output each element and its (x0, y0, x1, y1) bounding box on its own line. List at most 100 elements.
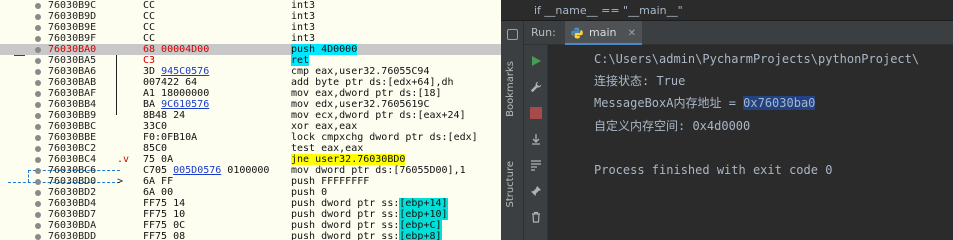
pin-icon[interactable] (530, 185, 542, 197)
breakpoint-dot-icon[interactable] (35, 14, 41, 20)
instruction-text: int3 (291, 33, 316, 44)
trash-icon[interactable] (530, 211, 542, 223)
rerun-icon[interactable] (530, 55, 542, 67)
breakpoint-dot-icon[interactable] (35, 157, 41, 163)
run-toolbar (524, 45, 548, 240)
breakpoint-dot-icon[interactable] (35, 212, 41, 218)
disassembly-view[interactable]: 76030B9C CC int3 76030B9D CC int3 76030B9E CC in… (0, 0, 501, 240)
breakpoint-dot-icon[interactable] (35, 69, 41, 75)
instruction-address: 76030BA6 (48, 66, 97, 77)
instruction-address: 76030BDD (48, 231, 97, 240)
bookmarks-tab[interactable]: Bookmarks (505, 61, 516, 117)
soft-wrap-icon[interactable] (530, 159, 542, 171)
breakpoint-dot-icon[interactable] (35, 80, 41, 86)
stop-icon[interactable] (530, 107, 542, 119)
wrench-icon[interactable] (530, 81, 542, 93)
breakpoint-dot-icon[interactable] (35, 146, 41, 152)
opcode-bytes: CC (143, 33, 156, 44)
breakpoint-dot-icon[interactable] (35, 91, 41, 97)
instruction-address: 76030BC4 (48, 154, 97, 165)
project-icon[interactable] (507, 29, 518, 40)
opcode-bytes: 68 00004D00 (143, 44, 210, 55)
breakpoint-dot-icon[interactable] (35, 168, 41, 174)
disasm-row[interactable]: 76030BD7 FF75 10 push dword ptr ss:[ebp+10… (0, 209, 501, 220)
breakpoint-dot-icon[interactable] (35, 36, 41, 42)
opcode-bytes: 33C0 (143, 121, 168, 132)
breakpoint-dot-icon[interactable] (35, 58, 41, 64)
disasm-row[interactable]: 76030BBE F0:0FB10A lock cmpxchg dword ptr … (0, 132, 501, 143)
structure-tab[interactable]: Structure (505, 161, 516, 208)
disasm-row[interactable]: 76030BC6 C705 005D0576 0100000 mov dword p… (0, 165, 501, 176)
instruction-address: 76030BD7 (48, 209, 97, 220)
breakpoint-dot-icon[interactable] (35, 25, 41, 31)
instruction-text: jne user32.76030BD0 (291, 154, 406, 165)
breakpoint-dot-icon[interactable] (35, 3, 41, 9)
instruction-text: ret (291, 55, 310, 66)
breakpoint-dot-icon[interactable] (35, 234, 41, 240)
opcode-bytes: 85C0 (143, 143, 168, 154)
disasm-row[interactable]: 76030BBC 33C0 xor eax,eax (0, 121, 501, 132)
instruction-text: mov eax,dword ptr ds:[18] (291, 88, 442, 99)
code-breadcrumb[interactable]: if __name__ == "__main__" (501, 0, 953, 21)
instruction-text: push 0 (291, 187, 328, 198)
opcode-bytes: 75 0A (143, 154, 174, 165)
disasm-row[interactable]: 76030BA0 68 00004D00 push 4D0000 (0, 44, 501, 55)
disasm-row[interactable]: 76030BD2 6A 00 push 0 (0, 187, 501, 198)
disasm-row[interactable]: 76030B9C CC int3 (0, 0, 501, 11)
opcode-bytes: CC (143, 22, 156, 33)
disasm-row[interactable]: 76030BAF A1 18000000 mov eax,dword ptr ds:… (0, 88, 501, 99)
disasm-row[interactable]: 76030B9D CC int3 (0, 11, 501, 22)
breakpoint-dot-icon[interactable] (35, 223, 41, 229)
instruction-text: push dword ptr ss:[ebp+14] (291, 198, 448, 209)
opcode-bytes: C705 005D0576 0100000 (143, 165, 270, 176)
disasm-row[interactable]: 76030BDA FF75 0C push dword ptr ss:[ebp+C] (0, 220, 501, 231)
breakpoint-dot-icon[interactable] (35, 179, 41, 185)
disasm-row[interactable]: 76030BDD FF75 08 push dword ptr ss:[ebp+8] (0, 231, 501, 240)
run-tool-header: Run: main ✕ (524, 21, 953, 45)
opcode-bytes: 6A FF (143, 176, 174, 187)
disasm-row[interactable]: 76030BD0 >6A FF push FFFFFFFF (0, 176, 501, 187)
disasm-row[interactable]: 76030BAB 007422 64 add byte ptr ds:[edx+64… (0, 77, 501, 88)
instruction-text: mov edx,user32.7605619C (291, 99, 430, 110)
disasm-row[interactable]: 76030BD4 FF75 14 push dword ptr ss:[ebp+14… (0, 198, 501, 209)
tool-window-strip: Bookmarks Structure (501, 21, 524, 240)
disasm-row[interactable]: 76030BA6 3D 945C0576 cmp eax,user32.76055C… (0, 66, 501, 77)
opcode-bytes: 8B48 24 (143, 110, 186, 121)
instruction-text: push dword ptr ss:[ebp+C] (291, 220, 442, 231)
breakpoint-dot-icon[interactable] (35, 135, 41, 141)
close-icon[interactable]: ✕ (628, 22, 636, 46)
disasm-row[interactable]: 76030BA5 C3 ret (0, 55, 501, 66)
scroll-down-icon[interactable] (530, 133, 542, 145)
instruction-address: 76030BDA (48, 220, 97, 231)
disasm-row[interactable]: 76030BB4 BA 9C610576 mov edx,user32.760561… (0, 99, 501, 110)
breakpoint-dot-icon[interactable] (35, 47, 41, 53)
opcode-bytes: FF75 0C (143, 220, 186, 231)
instruction-address: 76030BAF (48, 88, 97, 99)
disasm-row[interactable]: 76030BB9 8B48 24 mov ecx,dword ptr ds:[eax… (0, 110, 501, 121)
opcode-bytes: FF75 10 (143, 209, 186, 220)
breakpoint-dot-icon[interactable] (35, 113, 41, 119)
instruction-text: test eax,eax (291, 143, 364, 154)
instruction-text: push dword ptr ss:[ebp+8] (291, 231, 442, 240)
disasm-row[interactable]: 76030B9F CC int3 (0, 33, 501, 44)
opcode-bytes: C3 (143, 55, 156, 66)
disasm-row[interactable]: 76030B9E CC int3 (0, 22, 501, 33)
breakpoint-dot-icon[interactable] (35, 102, 41, 108)
instruction-address: 76030B9F (48, 33, 97, 44)
instruction-address: 76030BD4 (48, 198, 97, 209)
instruction-text: lock cmpxchg dword ptr ds:[edx] (291, 132, 478, 143)
instruction-text: add byte ptr ds:[edx+64],dh (291, 77, 454, 88)
pycharm-window: if __name__ == "__main__" Bookmarks Stru… (501, 0, 953, 240)
console-output[interactable]: C:\Users\admin\PycharmProjects\pythonPro… (548, 45, 953, 240)
instruction-text: int3 (291, 22, 316, 33)
disasm-row[interactable]: 76030BC4 .v 75 0A jne user32.76030BD0 (0, 154, 501, 165)
opcode-bytes: FF75 14 (143, 198, 186, 209)
run-tab-main[interactable]: main ✕ (565, 21, 642, 45)
breakpoint-dot-icon[interactable] (35, 124, 41, 130)
instruction-text: xor eax,eax (291, 121, 358, 132)
breakpoint-dot-icon[interactable] (35, 190, 41, 196)
breakpoint-dot-icon[interactable] (35, 201, 41, 207)
selected-address[interactable]: 0x76030ba0 (743, 96, 816, 110)
instruction-address: 76030BB9 (48, 110, 97, 121)
disasm-row[interactable]: 76030BC2 85C0 test eax,eax (0, 143, 501, 154)
